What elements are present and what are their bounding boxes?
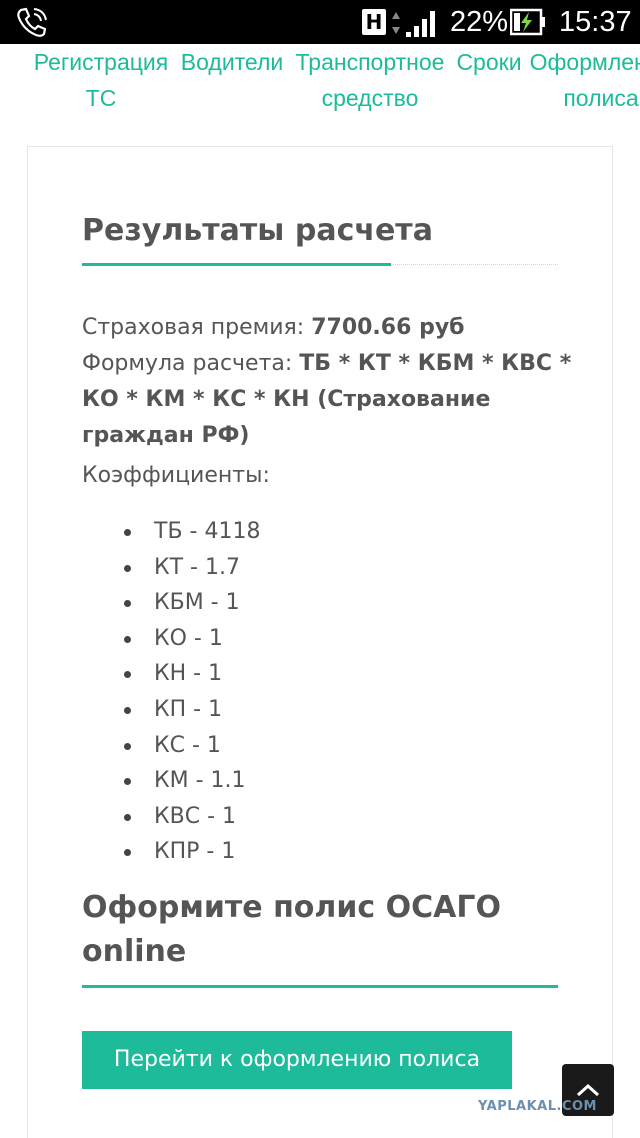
title-accent-line: [82, 263, 391, 266]
step-label-line1: Водители: [180, 49, 284, 75]
step-label-line1: Оформление: [529, 49, 640, 75]
step-label-line1: Регистрация: [33, 49, 169, 75]
signal-icon: [406, 11, 435, 37]
phone-call-icon: [17, 7, 47, 37]
results-title: Результаты расчета: [82, 213, 433, 248]
network-type-badge: H: [362, 9, 386, 35]
battery-charging-icon: [510, 8, 545, 36]
step-label-line2: ТС: [85, 85, 117, 111]
step-label-line1: Транспортное: [295, 49, 445, 75]
data-activity-icon: [392, 12, 400, 34]
coefficients-list: ТБ - 4118 КТ - 1.7 КБМ - 1 КО - 1 КН - 1…: [118, 514, 418, 870]
watermark: YAPLAKAL.COM: [478, 1099, 597, 1114]
premium-value: 7700.66 руб: [311, 315, 465, 340]
premium-label: Страховая премия:: [82, 315, 312, 340]
list-item: КН - 1: [118, 656, 418, 692]
go-to-policy-button[interactable]: Перейти к оформлению полиса: [82, 1031, 512, 1089]
clock: 15:37: [559, 6, 632, 38]
list-item: КМ - 1.1: [118, 763, 418, 799]
calculation-info: Страховая премия: 7700.66 руб Формула ра…: [82, 310, 572, 454]
list-item: ТБ - 4118: [118, 514, 418, 550]
battery-percent: 22%: [450, 6, 509, 38]
step-drivers[interactable]: Водители: [176, 44, 288, 80]
step-label-line1: Сроки: [456, 49, 522, 75]
list-item: КБМ - 1: [118, 585, 418, 621]
order-title: Оформите полис ОСАГО online: [82, 890, 501, 969]
step-registration[interactable]: Регистрация ТС: [26, 44, 176, 116]
formula-label: Формула расчета:: [82, 351, 300, 376]
step-terms[interactable]: Сроки: [452, 44, 526, 80]
list-item: КТ - 1.7: [118, 550, 418, 586]
list-item: КПР - 1: [118, 834, 418, 870]
coefficients-title: Коэффициенты:: [82, 463, 270, 488]
order-accent-line: [82, 985, 558, 988]
status-bar: H 22% 15:37: [0, 0, 640, 44]
step-label-line2: средство: [321, 85, 419, 111]
list-item: КС - 1: [118, 728, 418, 764]
step-vehicle[interactable]: Транспортное средство: [288, 44, 452, 116]
step-policy[interactable]: Оформление полиса: [526, 44, 640, 116]
list-item: КВС - 1: [118, 799, 418, 835]
list-item: КП - 1: [118, 692, 418, 728]
step-label-line2: полиса: [563, 85, 639, 111]
list-item: КО - 1: [118, 621, 418, 657]
steps-nav: Регистрация ТС Водители Транспортное сре…: [0, 44, 640, 120]
